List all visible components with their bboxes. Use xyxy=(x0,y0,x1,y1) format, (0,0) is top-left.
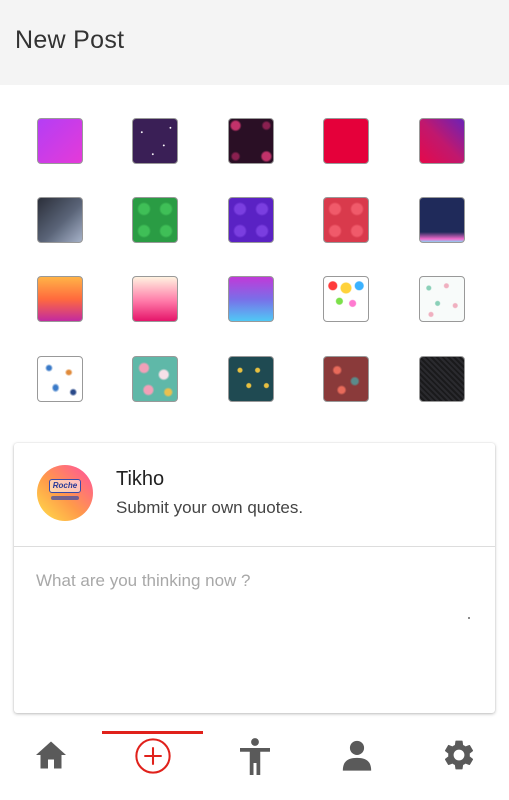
background-swatch-teal-scales[interactable] xyxy=(228,356,274,402)
nav-profile[interactable] xyxy=(306,727,408,800)
background-swatch-navy-hands[interactable] xyxy=(419,197,465,243)
composer-card: Roche Tikho Submit your own quotes. xyxy=(14,443,495,713)
post-text-input[interactable] xyxy=(36,571,476,691)
person-icon xyxy=(342,740,372,771)
user-name: Tikho xyxy=(116,468,165,490)
divider xyxy=(14,546,495,547)
avatar-logo-subtext xyxy=(51,496,79,500)
avatar-logo: Roche xyxy=(49,479,81,493)
background-swatch-starry-night[interactable] xyxy=(132,118,178,164)
background-swatch-pastel-drops[interactable] xyxy=(419,276,465,322)
background-swatch-green-hearts[interactable] xyxy=(132,197,178,243)
background-swatch-paint-splash[interactable] xyxy=(323,276,369,322)
background-swatch-purple-hearts[interactable] xyxy=(228,197,274,243)
background-swatch-red-hearts[interactable] xyxy=(323,197,369,243)
nav-settings[interactable] xyxy=(408,727,509,800)
cursor-dot xyxy=(468,617,470,619)
user-subtitle: Submit your own quotes. xyxy=(116,498,304,517)
app-bar: New Post xyxy=(0,0,509,85)
background-swatch-dark-floral[interactable] xyxy=(228,118,274,164)
home-icon xyxy=(36,741,66,769)
accessibility-icon xyxy=(240,738,270,775)
background-swatch-teal-floral[interactable] xyxy=(132,356,178,402)
background-swatch-purple-blue-gradient[interactable] xyxy=(228,276,274,322)
add-circle-icon xyxy=(135,738,171,774)
background-swatch-orange-magenta-gradient[interactable] xyxy=(37,276,83,322)
nav-accessibility[interactable] xyxy=(204,727,306,800)
page-title: New Post xyxy=(15,26,125,54)
background-swatch-cream-pink-gradient[interactable] xyxy=(132,276,178,322)
nav-new-post[interactable] xyxy=(102,727,204,800)
nav-home[interactable] xyxy=(0,727,102,800)
gear-icon xyxy=(444,740,474,770)
bottom-navigation xyxy=(0,727,509,800)
background-swatch-violet-red-gradient[interactable] xyxy=(419,118,465,164)
background-swatch-black-texture[interactable] xyxy=(419,356,465,402)
background-swatch-purple-pink-gradient[interactable] xyxy=(37,118,83,164)
background-swatch-crimson-solid[interactable] xyxy=(323,118,369,164)
background-swatch-slate-gradient[interactable] xyxy=(37,197,83,243)
background-picker xyxy=(0,85,509,435)
avatar: Roche xyxy=(37,465,93,521)
background-swatch-red-doodle[interactable] xyxy=(323,356,369,402)
background-swatch-feather-pattern[interactable] xyxy=(37,356,83,402)
